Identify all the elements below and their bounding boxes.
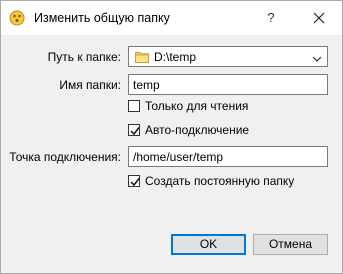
help-button[interactable]: ?: [261, 7, 281, 29]
folder-path-value: D:\temp: [154, 50, 197, 64]
cancel-button[interactable]: Отмена: [253, 234, 328, 255]
virtualbox-icon: [9, 10, 25, 26]
close-button[interactable]: [308, 7, 330, 29]
dialog-title: Изменить общую папку: [34, 11, 170, 25]
chevron-down-icon[interactable]: [312, 52, 322, 62]
make-permanent-label: Создать постоянную папку: [145, 174, 295, 188]
auto-mount-label: Авто-подключение: [145, 123, 250, 137]
checkmark-icon: [130, 127, 140, 136]
read-only-label: Только для чтения: [145, 99, 249, 113]
folder-name-label: Имя папки:: [59, 78, 121, 92]
folder-name-field[interactable]: [128, 74, 328, 95]
mount-point-field[interactable]: [128, 146, 328, 167]
mount-point-label: Точка подключения:: [9, 150, 121, 164]
read-only-checkbox[interactable]: [128, 100, 140, 112]
folder-icon: [135, 50, 149, 63]
close-icon: [313, 12, 325, 24]
auto-mount-checkbox[interactable]: [128, 124, 140, 136]
dialog-titlebar: Изменить общую папку ?: [1, 1, 342, 35]
checkmark-icon: [130, 178, 140, 187]
edit-shared-folder-dialog: Изменить общую папку ? Путь к папке: D:\…: [0, 0, 343, 274]
ok-button[interactable]: OK: [171, 234, 246, 255]
make-permanent-checkbox[interactable]: [128, 175, 140, 187]
folder-path-combobox[interactable]: D:\temp: [128, 46, 328, 67]
folder-path-label: Путь к папке:: [47, 50, 121, 64]
